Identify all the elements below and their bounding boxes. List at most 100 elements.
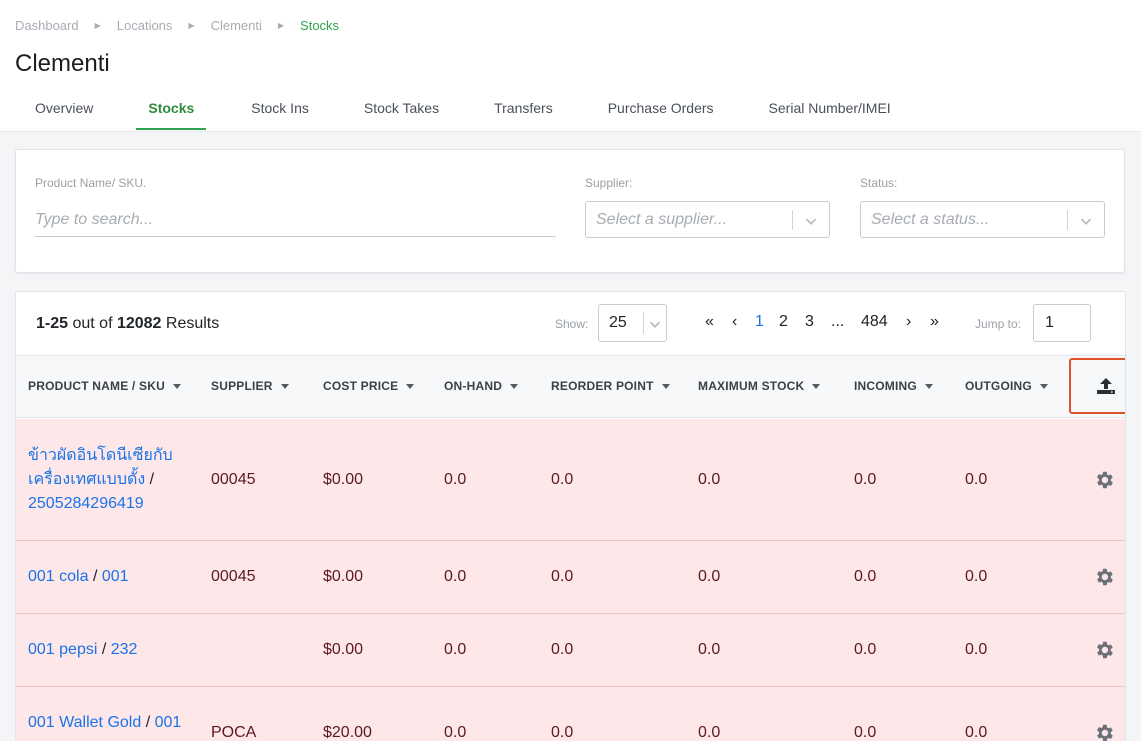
- next-page-button[interactable]: ›: [906, 313, 911, 331]
- incoming-cell: 0.0: [854, 724, 877, 741]
- maximum-stock-cell: 0.0: [698, 471, 721, 488]
- product-sku-link[interactable]: 232: [111, 641, 138, 658]
- product-sku-link[interactable]: 001: [155, 714, 182, 731]
- outgoing-cell: 0.0: [965, 471, 988, 488]
- tab-transfers[interactable]: Transfers: [494, 100, 553, 130]
- tab-stocks[interactable]: Stocks: [136, 100, 207, 130]
- column-header-maximum-stock[interactable]: MAXIMUM STOCK: [698, 379, 821, 393]
- sort-caret-icon: [661, 383, 670, 389]
- column-header-reorder-point[interactable]: REORDER POINT: [551, 379, 670, 393]
- on-hand-cell: 0.0: [444, 471, 467, 488]
- product-sku-link[interactable]: 001: [102, 568, 129, 585]
- page-3-button[interactable]: 3: [805, 313, 814, 331]
- product-name-link[interactable]: ข้าวผัดอินโดนีเซียกับ: [28, 447, 173, 464]
- tab-stock-ins[interactable]: Stock Ins: [251, 100, 309, 130]
- column-header-label: PRODUCT NAME / SKU: [28, 379, 165, 393]
- breadcrumb-dashboard[interactable]: Dashboard: [15, 18, 79, 33]
- tab-overview[interactable]: Overview: [35, 100, 93, 130]
- table-row: ข้าวผัดอินโดนีเซียกับ เครื่องเทศแบบดั้ง …: [16, 419, 1125, 541]
- results-count: 1-25 out of 12082 Results: [36, 315, 219, 333]
- supplier-select[interactable]: Select a supplier...: [585, 201, 830, 238]
- tab-serial-number[interactable]: Serial Number/IMEI: [769, 100, 891, 130]
- supplier-cell: POCA: [211, 724, 257, 741]
- select-divider: [643, 312, 644, 334]
- upload-icon: [1097, 378, 1115, 394]
- maximum-stock-cell: 0.0: [698, 568, 721, 585]
- chevron-down-icon: [1080, 218, 1092, 225]
- cost-price-cell: $0.00: [323, 471, 364, 488]
- table-row: 001 cola / 001 00045 $0.00 0.0 0.0 0.0 0…: [16, 541, 1125, 614]
- column-header-incoming[interactable]: INCOMING: [854, 379, 933, 393]
- gear-icon[interactable]: [1093, 566, 1115, 588]
- breadcrumb-separator-icon: ▶: [188, 21, 195, 30]
- cost-price-cell: $0.00: [323, 641, 364, 658]
- select-divider: [792, 210, 793, 230]
- sort-caret-icon: [172, 383, 181, 389]
- supplier-select-placeholder: Select a supplier...: [596, 211, 728, 228]
- last-page-button[interactable]: »: [930, 313, 939, 331]
- product-name-link[interactable]: 001 cola: [28, 568, 89, 585]
- cost-price-cell: $0.00: [323, 568, 364, 585]
- page-size-select[interactable]: 25: [598, 304, 667, 342]
- incoming-cell: 0.0: [854, 568, 877, 585]
- cost-price-cell: $20.00: [323, 724, 372, 741]
- gear-icon[interactable]: [1093, 469, 1115, 491]
- column-header-supplier[interactable]: SUPPLIER: [211, 379, 289, 393]
- product-cell: 001 pepsi / 232: [28, 641, 138, 658]
- sort-caret-icon: [1039, 383, 1048, 389]
- gear-icon[interactable]: [1093, 722, 1115, 741]
- product-name-link[interactable]: เครื่องเทศแบบดั้ง: [28, 471, 145, 488]
- page-1-button[interactable]: 1: [755, 313, 764, 331]
- breadcrumb-separator-icon: ▶: [94, 21, 101, 30]
- status-select[interactable]: Select a status...: [860, 201, 1105, 238]
- column-header-label: INCOMING: [854, 379, 917, 393]
- column-header-product[interactable]: PRODUCT NAME / SKU: [28, 379, 181, 393]
- results-suffix: Results: [161, 315, 220, 332]
- product-name-link[interactable]: 001 Wallet Gold: [28, 714, 141, 731]
- product-cell: 001 Wallet Gold / 001: [28, 714, 182, 731]
- status-select-placeholder: Select a status...: [871, 211, 990, 228]
- outgoing-cell: 0.0: [965, 641, 988, 658]
- product-search-input[interactable]: [35, 203, 556, 237]
- column-header-label: OUTGOING: [965, 379, 1032, 393]
- export-upload-button[interactable]: [1069, 358, 1125, 414]
- supplier-cell: 00045: [211, 568, 256, 585]
- chevron-down-icon: [805, 218, 817, 225]
- maximum-stock-cell: 0.0: [698, 724, 721, 741]
- prev-page-button[interactable]: ‹: [732, 313, 737, 331]
- column-header-on-hand[interactable]: ON-HAND: [444, 379, 519, 393]
- table-header: PRODUCT NAME / SKU SUPPLIER COST PRICE O…: [16, 355, 1125, 418]
- product-cell: ข้าวผัดอินโดนีเซียกับ เครื่องเทศแบบดั้ง …: [28, 447, 173, 512]
- on-hand-cell: 0.0: [444, 568, 467, 585]
- first-page-button[interactable]: «: [705, 313, 714, 331]
- pagination-ellipsis: ...: [831, 313, 845, 330]
- supplier-cell: 00045: [211, 471, 256, 488]
- product-name-link[interactable]: 001 pepsi: [28, 641, 97, 658]
- breadcrumb-separator-icon: ▶: [277, 21, 285, 30]
- jump-to-input[interactable]: [1033, 304, 1091, 342]
- tab-stock-takes[interactable]: Stock Takes: [364, 100, 439, 130]
- product-search-label: Product Name/ SKU.: [35, 176, 147, 190]
- column-header-outgoing[interactable]: OUTGOING: [965, 379, 1048, 393]
- reorder-point-cell: 0.0: [551, 641, 574, 658]
- page-484-button[interactable]: 484: [861, 313, 888, 331]
- gear-icon[interactable]: [1093, 639, 1115, 661]
- results-middle: out of: [68, 315, 117, 332]
- breadcrumb: Dashboard ▶ Locations ▶ Clementi ▶ Stock…: [15, 18, 339, 33]
- breadcrumb-stocks: Stocks: [300, 18, 340, 33]
- product-sku-link[interactable]: 2505284296419: [28, 495, 144, 512]
- page-2-button[interactable]: 2: [779, 313, 788, 331]
- outgoing-cell: 0.0: [965, 724, 988, 741]
- breadcrumb-locations[interactable]: Locations: [117, 18, 173, 33]
- table-row: 001 pepsi / 232 $0.00 0.0 0.0 0.0 0.0 0.…: [16, 614, 1125, 687]
- maximum-stock-cell: 0.0: [698, 641, 721, 658]
- select-divider: [1067, 210, 1068, 230]
- incoming-cell: 0.0: [854, 641, 877, 658]
- outgoing-cell: 0.0: [965, 568, 988, 585]
- sort-caret-icon: [812, 383, 821, 389]
- tab-bar: Overview Stocks Stock Ins Stock Takes Tr…: [35, 100, 891, 130]
- tab-purchase-orders[interactable]: Purchase Orders: [608, 100, 714, 130]
- column-header-cost-price[interactable]: COST PRICE: [323, 379, 415, 393]
- column-header-label: COST PRICE: [323, 379, 399, 393]
- breadcrumb-clementi[interactable]: Clementi: [211, 18, 262, 33]
